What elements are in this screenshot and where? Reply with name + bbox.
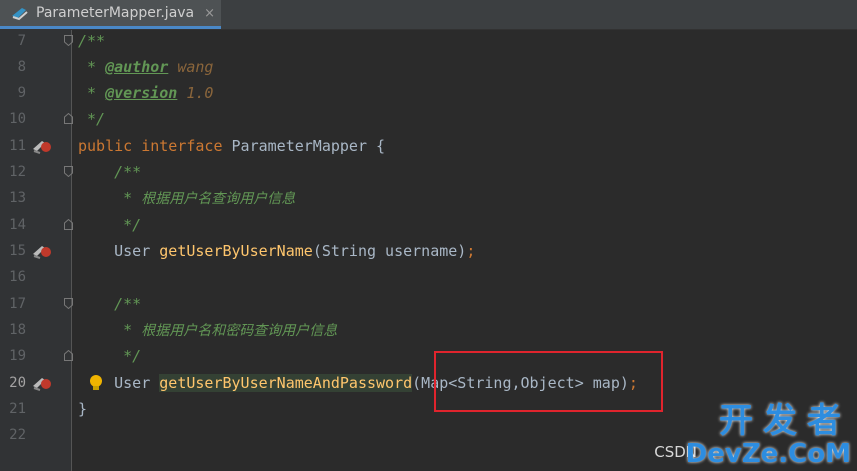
fold-end-icon[interactable] [64,219,73,230]
fold-end-icon[interactable] [64,350,73,361]
code-line-13: 13 * 根据用户名查询用户信息 [0,185,857,211]
code-line-17: 17 /** [0,291,857,317]
javadoc-tag: @version [105,84,178,102]
line-number-current: 20 [9,375,26,391]
code-line-9: 9 * @version 1.0 [0,80,857,106]
line-number: 21 [9,401,26,417]
method-name: getUserByUserNameAndPassword [159,374,413,392]
code-line-8: 8 * @author wang [0,54,857,80]
code-line-10: 10 */ [0,106,857,132]
code-line-19: 19 */ [0,343,857,369]
highlight-box [434,351,663,412]
doc-comment: /** [78,163,142,181]
tab-parametermapper[interactable]: ParameterMapper.java × [0,0,221,29]
line-number: 10 [9,111,26,127]
line-number: 9 [17,85,26,101]
watermark-cn: 开发者 [719,401,851,441]
doc-comment: */ [78,216,142,234]
code-text: public interface ParameterMapper { [78,137,386,155]
line-number: 7 [17,33,26,49]
implemented-gutter-icon[interactable] [31,137,53,155]
code-line-18: 18 * 根据用户名和密码查询用户信息 [0,317,857,343]
fold-icon[interactable] [64,166,73,177]
code-text: * 根据用户名和密码查询用户信息 [78,321,338,339]
code-line-14: 14 */ [0,212,857,238]
fold-end-icon[interactable] [64,113,73,124]
line-number: 12 [9,164,26,180]
code-line-7: 7 /** [0,28,857,54]
site-watermark: 开发者 DevZe.CoM [686,403,851,469]
code-line-15: 15 User getUserByUserName(String usernam… [0,238,857,264]
code-line-11: 11 public interface ParameterMapper { [0,133,857,159]
code-line-12: 12 /** [0,159,857,185]
line-number: 19 [9,348,26,364]
code-line-20: 20 User getUserByUserNameAndPassword(Map… [0,370,857,396]
javadoc-tag: @author [105,58,169,76]
code-text: } [78,400,88,418]
code-text: * @version 1.0 [78,84,214,102]
line-number: 17 [9,296,26,312]
code-text: * 根据用户名查询用户信息 [78,189,296,207]
line-number: 8 [17,59,26,75]
doc-comment: /** [78,295,142,313]
java-interface-icon [10,4,30,22]
code-text: User getUserByUserName(String username); [78,242,476,260]
tab-close-icon[interactable]: × [204,6,215,21]
doc-comment: */ [78,110,106,128]
line-number: 11 [9,138,26,154]
line-number: 18 [9,322,26,338]
implemented-gutter-icon[interactable] [31,242,53,260]
tab-filename: ParameterMapper.java [36,5,195,21]
editor-tab-bar: ParameterMapper.java × [0,0,857,30]
fold-icon[interactable] [64,298,73,309]
watermark-en: DevZe.CoM [685,439,851,469]
code-line-16: 16 [0,264,857,290]
fold-icon[interactable] [64,35,73,46]
line-number: 16 [9,269,26,285]
doc-comment: /** [78,32,106,50]
implemented-gutter-icon[interactable] [31,374,53,392]
line-number: 13 [9,190,26,206]
line-number: 22 [9,427,26,443]
code-text: * @author wang [78,58,214,76]
doc-comment: */ [78,347,142,365]
line-number: 14 [9,217,26,233]
line-number: 15 [9,243,26,259]
